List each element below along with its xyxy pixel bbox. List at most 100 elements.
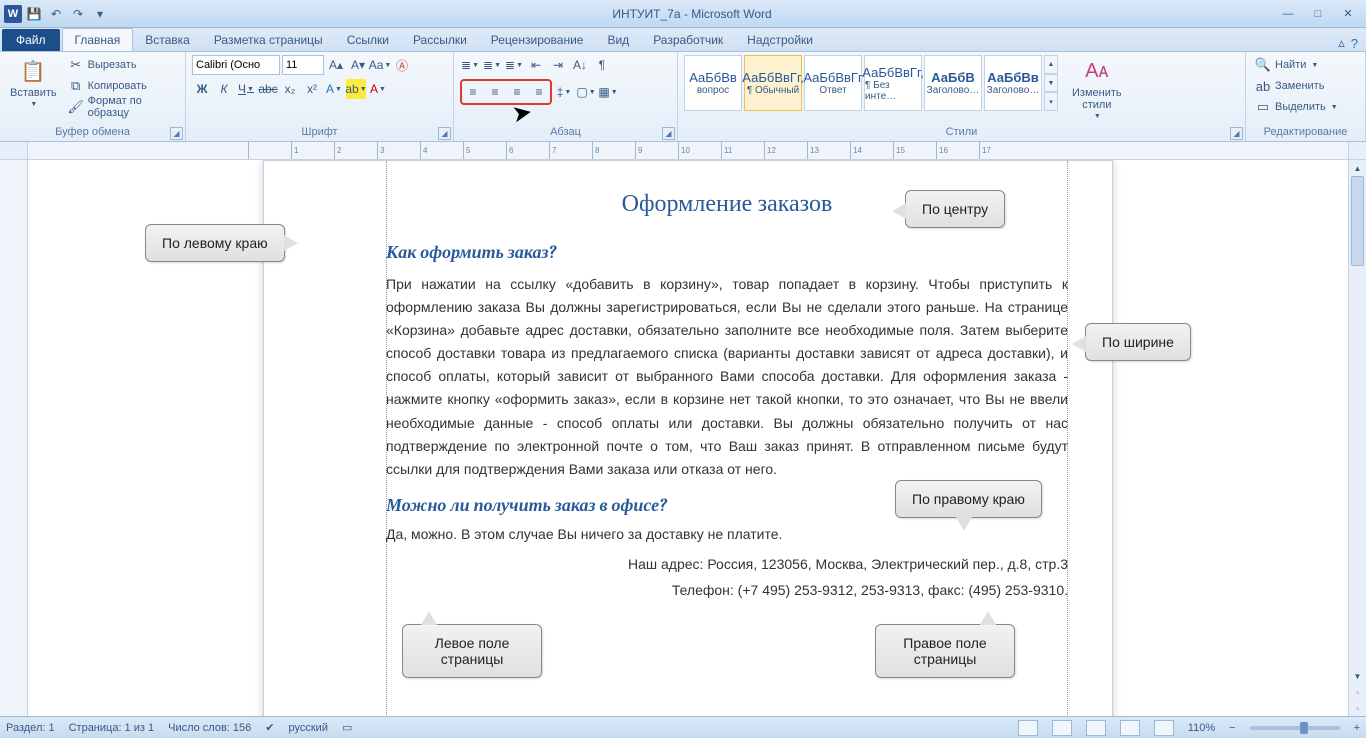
phone-line[interactable]: Телефон: (+7 495) 253-9312, 253-9313, фа… xyxy=(386,582,1068,598)
redo-icon[interactable]: ↷ xyxy=(68,4,88,24)
paragraph-1[interactable]: При нажатии на ссылку «добавить в корзин… xyxy=(386,273,1068,481)
gallery-up-icon[interactable]: ▲ xyxy=(1044,55,1058,74)
style-item-0[interactable]: АаБбВввопрос xyxy=(684,55,742,111)
numbering-button[interactable]: ≣▼ xyxy=(482,55,502,75)
tab-page-layout[interactable]: Разметка страницы xyxy=(202,29,335,51)
shading-button[interactable]: ▢▼ xyxy=(576,82,596,102)
maximize-button[interactable]: □ xyxy=(1304,5,1332,23)
zoom-in-button[interactable]: + xyxy=(1354,722,1360,734)
change-styles-button[interactable]: Aᴀ Изменить стили ▼ xyxy=(1068,55,1126,122)
tab-references[interactable]: Ссылки xyxy=(335,29,401,51)
tab-home[interactable]: Главная xyxy=(62,28,134,51)
paste-button[interactable]: 📋 Вставить ▼ xyxy=(6,55,61,110)
bold-button[interactable]: Ж xyxy=(192,79,212,99)
vertical-scrollbar[interactable]: ▲ ▼ ◦ ◦ xyxy=(1348,160,1366,716)
italic-button[interactable]: К xyxy=(214,79,234,99)
font-color-button[interactable]: A▼ xyxy=(368,79,388,99)
gallery-more-icon[interactable]: ▾ xyxy=(1044,92,1058,111)
zoom-label[interactable]: 110% xyxy=(1188,722,1215,734)
close-button[interactable]: ✕ xyxy=(1334,5,1362,23)
bullets-button[interactable]: ≣▼ xyxy=(460,55,480,75)
line-spacing-button[interactable]: ‡▼ xyxy=(554,82,574,102)
strike-button[interactable]: abc xyxy=(258,79,278,99)
status-proofing-icon[interactable]: ✔ xyxy=(265,721,274,734)
shrink-font-button[interactable]: A▾ xyxy=(348,55,368,75)
horizontal-ruler[interactable]: 1234567891011121314151617 xyxy=(28,142,1348,159)
tab-developer[interactable]: Разработчик xyxy=(641,29,735,51)
heading-how[interactable]: Как оформить заказ? xyxy=(386,242,1068,263)
align-justify-button[interactable]: ≡ xyxy=(529,82,549,102)
increase-indent-button[interactable]: ⇥ xyxy=(548,55,568,75)
qat-customize-icon[interactable]: ▾ xyxy=(90,4,110,24)
prev-page-icon[interactable]: ◦ xyxy=(1349,684,1366,700)
scroll-up-icon[interactable]: ▲ xyxy=(1349,160,1366,176)
select-button[interactable]: ▭Выделить▼ xyxy=(1252,97,1341,117)
paste-icon: 📋 xyxy=(19,57,47,85)
sort-button[interactable]: A↓ xyxy=(570,55,590,75)
tab-review[interactable]: Рецензирование xyxy=(479,29,596,51)
grow-font-button[interactable]: A▴ xyxy=(326,55,346,75)
style-item-4[interactable]: АаБбВЗаголово… xyxy=(924,55,982,111)
copy-button[interactable]: ⧉Копировать xyxy=(65,76,179,96)
status-words[interactable]: Число слов: 156 xyxy=(168,722,251,734)
status-insert-icon[interactable]: ▭ xyxy=(342,721,352,734)
highlight-button[interactable]: ab▼ xyxy=(346,79,366,99)
status-section[interactable]: Раздел: 1 xyxy=(6,722,55,734)
align-center-button[interactable]: ≡ xyxy=(485,82,505,102)
font-name-input[interactable] xyxy=(192,55,280,75)
help-icon[interactable]: ? xyxy=(1351,36,1358,51)
scroll-down-icon[interactable]: ▼ xyxy=(1349,668,1366,684)
align-right-button[interactable]: ≡ xyxy=(507,82,527,102)
minimize-button[interactable]: — xyxy=(1274,5,1302,23)
save-icon[interactable]: 💾 xyxy=(24,4,44,24)
tab-file[interactable]: Файл xyxy=(2,29,60,51)
scroll-thumb[interactable] xyxy=(1351,176,1364,266)
ruler-toggle[interactable] xyxy=(1348,142,1366,159)
view-web-button[interactable] xyxy=(1086,720,1106,736)
zoom-out-button[interactable]: − xyxy=(1229,722,1235,734)
view-draft-button[interactable] xyxy=(1154,720,1174,736)
text-effects-button[interactable]: A▼ xyxy=(324,79,344,99)
tab-addins[interactable]: Надстройки xyxy=(735,29,825,51)
tab-mailings[interactable]: Рассылки xyxy=(401,29,479,51)
status-lang[interactable]: русский xyxy=(289,722,328,734)
style-item-3[interactable]: АаБбВвГг,¶ Без инте… xyxy=(864,55,922,111)
zoom-thumb[interactable] xyxy=(1300,722,1308,734)
style-item-1[interactable]: АаБбВвГг,¶ Обычный xyxy=(744,55,802,111)
address-line[interactable]: Наш адрес: Россия, 123056, Москва, Элект… xyxy=(386,556,1068,572)
subscript-button[interactable]: x₂ xyxy=(280,79,300,99)
font-size-input[interactable] xyxy=(282,55,324,75)
next-page-icon[interactable]: ◦ xyxy=(1349,700,1366,716)
style-item-2[interactable]: АаБбВвГгОтвет xyxy=(804,55,862,111)
borders-button[interactable]: ▦▼ xyxy=(598,82,618,102)
vertical-ruler[interactable] xyxy=(0,160,28,716)
tab-insert[interactable]: Вставка xyxy=(133,29,202,51)
view-full-screen-button[interactable] xyxy=(1052,720,1072,736)
change-case-button[interactable]: Aa▼ xyxy=(370,55,390,75)
multilevel-button[interactable]: ≣▼ xyxy=(504,55,524,75)
clear-formatting-button[interactable]: Ⓐ xyxy=(392,55,412,75)
undo-icon[interactable]: ↶ xyxy=(46,4,66,24)
page-content[interactable]: Оформление заказов Как оформить заказ? П… xyxy=(386,189,1068,608)
format-painter-button[interactable]: 🖌Формат по образцу xyxy=(65,97,179,117)
decrease-indent-button[interactable]: ⇤ xyxy=(526,55,546,75)
ribbon-minimize-icon[interactable]: ▵ xyxy=(1338,35,1345,51)
zoom-slider[interactable] xyxy=(1250,726,1340,730)
gallery-down-icon[interactable]: ▼ xyxy=(1044,74,1058,93)
view-print-layout-button[interactable] xyxy=(1018,720,1038,736)
superscript-button[interactable]: x² xyxy=(302,79,322,99)
align-left-button[interactable]: ≡ xyxy=(463,82,483,102)
find-button[interactable]: 🔍Найти▼ xyxy=(1252,55,1341,75)
style-item-5[interactable]: АаБбВвЗаголово… xyxy=(984,55,1042,111)
font-dialog-launcher[interactable]: ◢ xyxy=(438,127,451,140)
status-page[interactable]: Страница: 1 из 1 xyxy=(69,722,155,734)
styles-dialog-launcher[interactable]: ◢ xyxy=(1230,127,1243,140)
view-outline-button[interactable] xyxy=(1120,720,1140,736)
clipboard-dialog-launcher[interactable]: ◢ xyxy=(170,127,183,140)
paragraph-dialog-launcher[interactable]: ◢ xyxy=(662,127,675,140)
replace-button[interactable]: abЗаменить xyxy=(1252,76,1341,96)
show-marks-button[interactable]: ¶ xyxy=(592,55,612,75)
tab-view[interactable]: Вид xyxy=(595,29,641,51)
cut-button[interactable]: ✂Вырезать xyxy=(65,55,179,75)
underline-button[interactable]: Ч▼ xyxy=(236,79,256,99)
